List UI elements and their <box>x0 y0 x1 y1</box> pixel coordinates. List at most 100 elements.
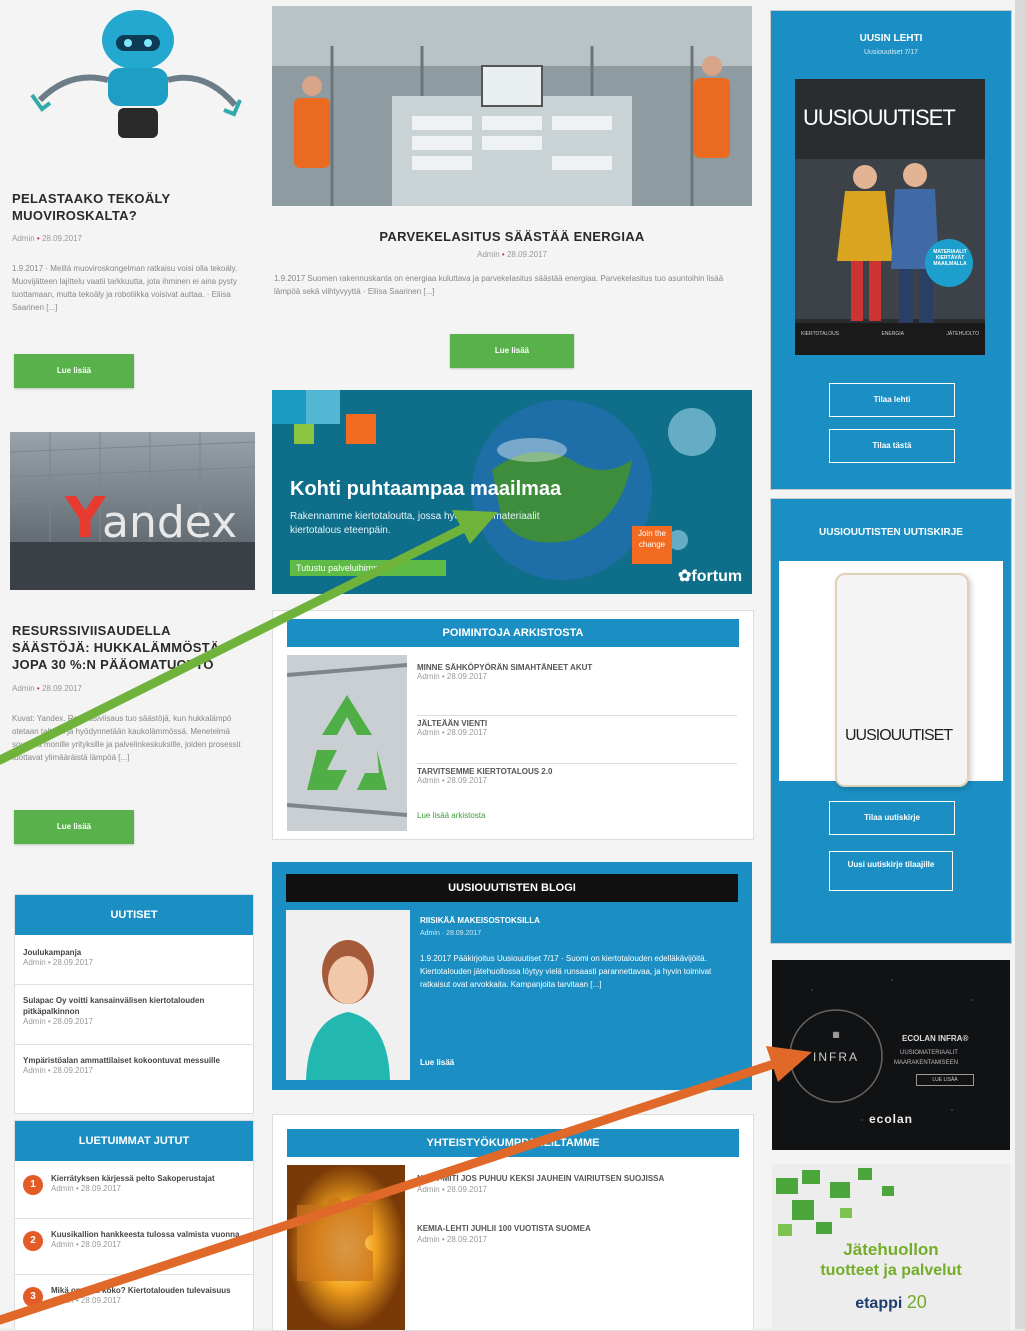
blog-more-link[interactable]: Lue lisää <box>420 1058 454 1067</box>
luetuimmat-item-meta: Admin • 28.09.2017 <box>51 1240 121 1249</box>
luetuimmat-item-title[interactable]: Kierrätyksen kärjessä pelto Sakoperustaj… <box>51 1173 245 1184</box>
uutiset-widget: UUTISET Joulukampanja Admin • 28.09.2017… <box>14 894 254 1114</box>
fortum-logo: ✿fortum <box>678 566 742 586</box>
ecolan-ad-banner[interactable]: ▦ INFRA ECOLAN INFRA® UUSIOMATERIAALIT M… <box>772 960 1010 1150</box>
coop-item[interactable]: KEMIA-LEHTI JUHLII 100 VUOTISTA SUOMEA A… <box>417 1223 737 1244</box>
magazine-cover[interactable]: UUSIOUUTISET MATERIAALIT KIERTÄVÄT MAAIL… <box>795 79 985 355</box>
coop-item[interactable]: NAVIT-MITI JOS PUHUU KEKSI JAUHEIN VAIRI… <box>417 1173 737 1194</box>
jatehuolto-line1: Jätehuollon <box>843 1240 939 1259</box>
coop-item-title[interactable]: KEMIA-LEHTI JUHLII 100 VUOTISTA SUOMEA <box>417 1223 737 1235</box>
luetuimmat-item-meta: Admin • 28.09.2017 <box>51 1184 121 1193</box>
newsletter-tablet-area: UUSIOUUTISET <box>779 561 1003 787</box>
uutiset-item[interactable]: Joulukampanja Admin • 28.09.2017 <box>15 939 253 985</box>
uutiset-item-meta: Admin • 28.09.2017 <box>23 1017 93 1026</box>
luetuimmat-item[interactable]: 2 Kuusikallion hankkeesta tulossa valmis… <box>15 1221 253 1275</box>
puzzle-image[interactable] <box>287 1165 405 1330</box>
rank-badge: 1 <box>23 1175 43 1195</box>
ecolan-read-more-button[interactable]: LUE LISÄÄ <box>916 1074 974 1086</box>
tilaa-uutiskirje-button[interactable]: Tilaa uutiskirje <box>829 801 955 835</box>
coop-item-meta: Admin • 28.09.2017 <box>417 1185 487 1194</box>
tilaa-lehti-button[interactable]: Tilaa lehti <box>829 383 955 417</box>
robot-illustration[interactable] <box>20 0 250 150</box>
article2-date: 28.09.2017 <box>41 684 83 693</box>
tilaa-tasta-button[interactable]: Tilaa tästä <box>829 429 955 463</box>
ecolan-line1: UUSIOMATERIAALIT <box>900 1050 958 1056</box>
poimintoja-item-title[interactable]: JÄLTEÄÄN VIENTI <box>417 719 737 728</box>
magazine-cover-footer: KIERTOTALOUS ENERGIA JÄTEHUOLTO <box>801 331 979 337</box>
newsletter-header: UUSIOUUTISTEN UUTISKIRJE <box>819 527 963 538</box>
recycle-image[interactable] <box>287 655 407 831</box>
left-column: PELASTAAKO TEKOÄLY MUOVIROSKALTA? Admin … <box>0 0 260 1331</box>
article2-read-more-button[interactable]: Lue lisää <box>14 810 134 844</box>
fortum-ad-cta[interactable]: Tutustu palveluihimme <box>290 560 446 576</box>
tablet-magazine-title: UUSIOUUTISET <box>845 727 953 744</box>
uutiset-item-meta: Admin • 28.09.2017 <box>23 1066 93 1075</box>
poimintoja-item[interactable]: JÄLTEÄÄN VIENTI Admin • 28.09.2017 <box>417 719 737 764</box>
article1-meta: Admin • 28.09.2017 <box>12 234 83 243</box>
fortum-leaf-icon: ✿ <box>678 568 692 585</box>
svg-text:Y: Y <box>64 486 107 551</box>
feature-read-more-button[interactable]: Lue lisää <box>450 334 574 368</box>
uutiset-item-meta: Admin • 28.09.2017 <box>23 958 93 967</box>
cover-footer-item: ENERGIA <box>881 331 904 337</box>
uutiskirje-tilaajille-button[interactable]: Uusi uutiskirje tilaajille <box>829 851 953 891</box>
fortum-join-badge[interactable]: Join the change <box>632 526 672 564</box>
feature-title[interactable]: PARVEKELASITUS SÄÄSTÄÄ ENERGIAA <box>272 228 752 245</box>
ecolan-infra-icon: ▦ <box>832 1030 840 1039</box>
luetuimmat-item-meta: Admin • 28.09.2017 <box>51 1296 121 1305</box>
poimintoja-item-meta: Admin • 28.09.2017 <box>417 728 487 737</box>
uutiset-item-title[interactable]: Ympäristöalan ammattilaiset kokoontuvat … <box>23 1055 245 1066</box>
middle-column: PARVEKELASITUS SÄÄSTÄÄ ENERGIAA Admin • … <box>262 0 762 1331</box>
poimintoja-more-link[interactable]: Lue lisää arkistosta <box>417 811 485 820</box>
article2-meta: Admin • 28.09.2017 <box>12 684 83 693</box>
article1-title[interactable]: PELASTAAKO TEKOÄLY MUOVIROSKALTA? <box>12 190 232 224</box>
ecolan-infra-logo: INFRA <box>813 1050 859 1064</box>
poimintoja-item[interactable]: MINNE SÄHKÖPYÖRÄN SIMAHTÄNEET AKUT Admin… <box>417 663 737 716</box>
scrollbar[interactable] <box>1015 0 1025 1329</box>
blog-post-meta: Admin · 28.09.2017 <box>420 930 482 937</box>
article2-author: Admin <box>12 684 35 693</box>
blogger-portrait[interactable] <box>286 910 410 1080</box>
uutiset-item[interactable]: Sulapac Oy voitti kansainvälisen kiertot… <box>15 987 253 1045</box>
uusin-lehti-header: UUSIN LEHTI <box>859 33 923 44</box>
fortum-ad-headline: Kohti puhtaampaa maailmaa <box>290 478 562 500</box>
etappi-logo: etappi 20 <box>772 1292 1010 1313</box>
fortum-ad-banner[interactable]: Kohti puhtaampaa maailmaa Rakennamme kie… <box>272 390 752 594</box>
jatehuolto-ad-banner[interactable]: Jätehuollon tuotteet ja palvelut etappi … <box>772 1164 1010 1329</box>
feature-author: Admin <box>476 250 500 259</box>
article2-excerpt: Kuvat: Yandex. Resurssiviisaus tuo sääst… <box>12 714 241 762</box>
right-column: UUSIN LEHTI Uusiouutiset 7/17 UUSIOUUTIS… <box>770 0 1015 1329</box>
uutiset-item-title[interactable]: Joulukampanja <box>23 947 245 958</box>
uutiset-item[interactable]: Ympäristöalan ammattilaiset kokoontuvat … <box>15 1047 253 1107</box>
rank-badge: 3 <box>23 1287 43 1307</box>
poimintoja-item-title[interactable]: MINNE SÄHKÖPYÖRÄN SIMAHTÄNEET AKUT <box>417 663 737 672</box>
etappi-brand: etappi <box>855 1295 903 1312</box>
luetuimmat-header: LUETUIMMAT JUTUT <box>15 1121 253 1161</box>
factory-photo[interactable] <box>272 6 752 206</box>
coop-widget: YHTEISTYÖKUMPPANEILTAMME NAVIT-MITI JOS … <box>272 1114 754 1331</box>
luetuimmat-widget: LUETUIMMAT JUTUT 1 Kierrätyksen kärjessä… <box>14 1120 254 1331</box>
tablet-image[interactable]: UUSIOUUTISET <box>835 573 969 787</box>
article2-title[interactable]: RESURSSIVIISAUDELLA SÄÄSTÖJÄ: HUKKALÄMMÖ… <box>12 622 250 673</box>
poimintoja-widget: POIMINTOJA ARKISTOSTA MINNE SÄHKÖPYÖRÄN … <box>272 610 754 840</box>
yandex-building-image[interactable]: Y andex <box>10 432 255 590</box>
luetuimmat-item[interactable]: 3 Mikä on muu koko? Kiertotalouden tulev… <box>15 1277 253 1329</box>
magazine-title: UUSIOUUTISET <box>803 105 956 130</box>
coop-item-title[interactable]: NAVIT-MITI JOS PUHUU KEKSI JAUHEIN VAIRI… <box>417 1173 737 1185</box>
poimintoja-item[interactable]: TARVITSEMME KIERTOTALOUS 2.0 Admin • 28.… <box>417 767 737 807</box>
uutiset-item-title[interactable]: Sulapac Oy voitti kansainvälisen kiertot… <box>23 995 245 1017</box>
poimintoja-header: POIMINTOJA ARKISTOSTA <box>287 619 739 647</box>
poimintoja-item-meta: Admin • 28.09.2017 <box>417 672 487 681</box>
luetuimmat-item[interactable]: 1 Kierrätyksen kärjessä pelto Sakoperust… <box>15 1165 253 1219</box>
article1-read-more-button[interactable]: Lue lisää <box>14 354 134 388</box>
poimintoja-item-title[interactable]: TARVITSEMME KIERTOTALOUS 2.0 <box>417 767 737 776</box>
blog-post-title[interactable]: RIISIKÄÄ MAKEISOSTOKSILLA <box>420 916 540 925</box>
ecolan-line2: MAARAKENTAMISEEN <box>894 1060 958 1066</box>
page: PELASTAAKO TEKOÄLY MUOVIROSKALTA? Admin … <box>0 0 1025 1331</box>
article1-excerpt: 1.9.2017 · Meillä muoviroskongelman ratk… <box>12 264 238 312</box>
uutiset-header: UUTISET <box>15 895 253 935</box>
coop-item-meta: Admin • 28.09.2017 <box>417 1235 487 1244</box>
luetuimmat-item-title[interactable]: Mikä on muu koko? Kiertotalouden tulevai… <box>51 1285 245 1296</box>
feature-excerpt: 1.9.2017 Suomen rakennuskanta on energia… <box>274 274 724 296</box>
luetuimmat-item-title[interactable]: Kuusikallion hankkeesta tulossa valmista… <box>51 1229 245 1240</box>
